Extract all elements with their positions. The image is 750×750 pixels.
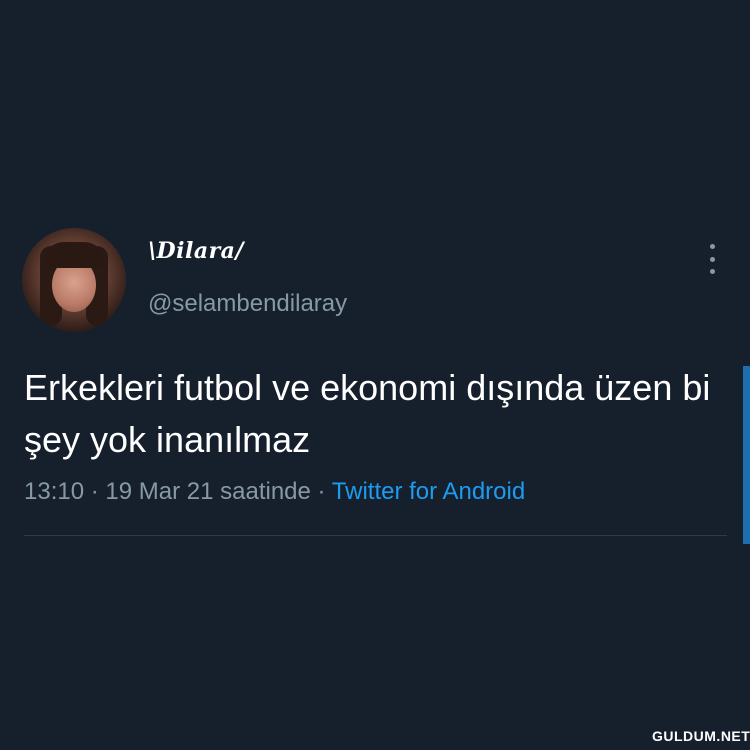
avatar[interactable] (22, 228, 126, 332)
tweet-screen: \Dilara/ @selambendilaray Erkekleri futb… (0, 0, 750, 750)
more-dot (709, 269, 715, 274)
tweet-text: Erkekleri futbol ve ekonomi dışında üzen… (24, 367, 711, 460)
display-name[interactable]: \Dilara/ (148, 238, 244, 264)
tweet-date[interactable]: 19 Mar 21 saatinde (105, 478, 310, 505)
avatar-hair-top (44, 242, 104, 268)
scrollbar[interactable] (743, 366, 750, 544)
more-vertical-icon[interactable] (702, 244, 722, 274)
more-dot (709, 256, 715, 262)
more-dot (709, 244, 715, 249)
tweet-time[interactable]: 13:10 (24, 478, 84, 505)
meta-separator: · (90, 478, 106, 505)
watermark: GULDUM.NET (652, 728, 750, 744)
divider (24, 535, 727, 536)
user-handle[interactable]: @selambendilaray (148, 290, 347, 318)
tweet-source-link[interactable]: Twitter for Android (332, 478, 525, 505)
tweet-meta: 13:10 · 19 Mar 21 saatinde · Twitter for… (24, 478, 525, 506)
meta-separator: · (317, 478, 332, 505)
